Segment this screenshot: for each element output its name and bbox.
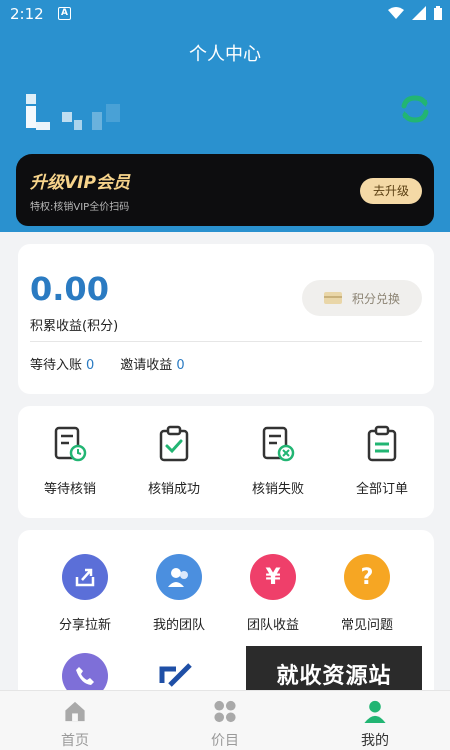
orders-item-all[interactable]: 全部订单 <box>330 424 434 497</box>
orders-label-pending: 等待核销 <box>43 482 96 497</box>
tab-bar: 首页 价目 我的 <box>0 690 450 750</box>
upgrade-button[interactable]: 去升级 <box>360 178 422 204</box>
team-icon <box>156 554 202 600</box>
service-faq[interactable]: ? 常见问题 <box>320 554 414 633</box>
profile-icon <box>364 700 386 724</box>
service-faq-label: 常见问题 <box>340 618 393 633</box>
status-bar: 2:12 A <box>0 0 450 30</box>
pending-value: 0 <box>86 358 95 373</box>
orders-label-failed: 核销失败 <box>251 482 304 497</box>
service-team[interactable]: 我的团队 <box>132 554 226 633</box>
service-team-income[interactable]: ¥ 团队收益 <box>226 554 320 633</box>
vip-upgrade-card[interactable]: 升级VIP会员 特权:核销VIP全价扫码 去升级 <box>16 154 434 226</box>
orders-item-pending[interactable]: 等待核销 <box>18 424 122 497</box>
pending-label: 等待入账 <box>30 358 83 373</box>
status-time: 2:12 <box>10 5 44 23</box>
invite-stat[interactable]: 邀请收益 0 <box>120 354 184 373</box>
earnings-amount: 0.00 <box>30 270 109 308</box>
orders-item-failed[interactable]: 核销失败 <box>226 424 330 497</box>
vip-subtitle: 特权:核销VIP全价扫码 <box>30 202 130 213</box>
user-name-blurred[interactable] <box>26 94 136 136</box>
invite-label: 邀请收益 <box>120 358 173 373</box>
grid-icon <box>214 700 236 723</box>
service-share[interactable]: 分享拉新 <box>38 554 132 633</box>
points-exchange-label: 积分兑换 <box>351 291 400 306</box>
status-icons <box>388 6 442 20</box>
signal-icon <box>412 6 426 20</box>
wifi-icon <box>388 7 404 19</box>
service-share-label: 分享拉新 <box>58 618 111 633</box>
clock-document-icon <box>54 426 87 462</box>
app-notification-icon: A <box>58 7 71 20</box>
refresh-icon[interactable] <box>398 92 432 126</box>
question-icon: ? <box>344 554 390 600</box>
orders-card: 等待核销 核销成功 核销失败 全部订单 <box>18 406 434 518</box>
tab-mine-label: 我的 <box>361 733 389 749</box>
points-exchange-button[interactable]: 积分兑换 <box>302 280 422 316</box>
document-x-icon <box>262 426 295 462</box>
page-title: 个人中心 <box>189 44 261 65</box>
tab-home-label: 首页 <box>61 733 89 749</box>
yen-icon: ¥ <box>250 554 296 600</box>
orders-item-success[interactable]: 核销成功 <box>122 424 226 497</box>
service-team-label: 我的团队 <box>152 618 205 633</box>
earnings-card: 0.00 积累收益(积分) 积分兑换 等待入账 0 邀请收益 0 <box>18 244 434 394</box>
card-icon <box>323 292 342 304</box>
battery-icon <box>434 6 442 20</box>
vip-title: 升级VIP会员 <box>30 173 130 193</box>
service-team-income-label: 团队收益 <box>246 618 299 633</box>
earnings-label: 积累收益(积分) <box>30 319 119 334</box>
tab-price-label: 价目 <box>211 733 239 749</box>
home-icon <box>65 701 85 722</box>
clipboard-list-icon <box>367 425 397 462</box>
tab-mine[interactable]: 我的 <box>300 691 450 750</box>
share-icon <box>62 554 108 600</box>
tab-home[interactable]: 首页 <box>0 691 150 750</box>
tab-price[interactable]: 价目 <box>150 691 300 750</box>
orders-label-success: 核销成功 <box>147 482 200 497</box>
orders-label-all: 全部订单 <box>355 482 408 497</box>
earnings-stats: 等待入账 0 邀请收益 0 <box>30 354 185 373</box>
divider <box>30 341 422 342</box>
pending-stat[interactable]: 等待入账 0 <box>30 354 94 373</box>
invite-value: 0 <box>176 358 185 373</box>
clipboard-check-icon <box>159 425 189 462</box>
